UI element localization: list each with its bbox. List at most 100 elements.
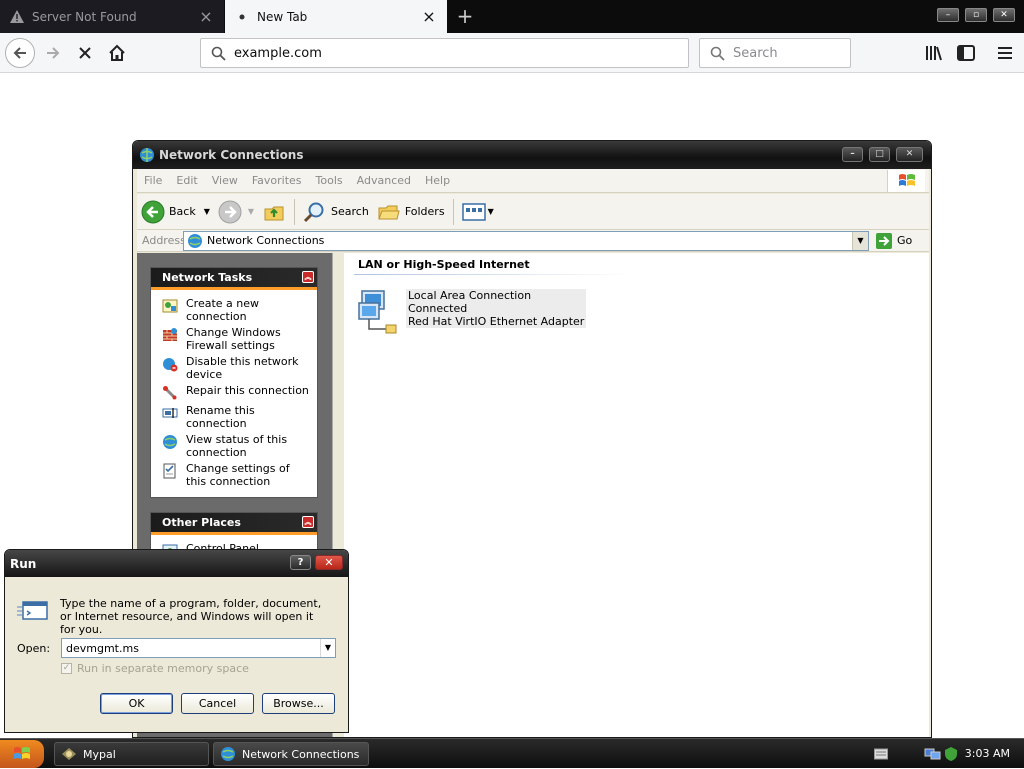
views-button[interactable]: ▼ [458,197,498,227]
maximize-button[interactable]: □ [869,147,890,162]
cancel-button[interactable]: Cancel [181,693,254,714]
search-button[interactable]: Search [299,197,373,227]
forward-arrow-icon [218,200,242,223]
address-dropdown-icon[interactable]: ▼ [852,231,868,250]
collapse-icon[interactable]: ︽ [302,271,314,283]
restore-button[interactable]: ▫ [965,8,987,22]
menu-view[interactable]: View [205,174,245,187]
open-combobox[interactable]: ▼ [61,638,336,658]
task-create-connection[interactable]: Create a new connection [162,297,313,323]
dropdown-arrow-icon[interactable]: ▼ [248,207,254,216]
forward-button[interactable] [38,38,68,68]
warning-icon [10,10,24,24]
network-tasks-header[interactable]: Network Tasks ︽ [151,268,317,290]
taskbar-button-network-connections[interactable]: Network Connections [213,742,369,766]
url-bar[interactable]: example.com [200,38,689,68]
menu-file[interactable]: File [137,174,169,187]
local-area-connection-item[interactable]: Local Area Connection Connected Red Hat … [358,289,587,335]
properties-checklist-icon [163,463,176,479]
connection-adapter: Red Hat VirtIO Ethernet Adapter [408,315,585,328]
repair-wrench-icon [163,386,177,400]
new-connection-icon [162,299,178,313]
task-rename-connection[interactable]: Rename this connection [162,404,313,430]
task-disable-device[interactable]: Disable this network device [162,355,313,381]
search-label: Search [331,205,369,218]
forward-button[interactable]: ▼ [214,197,258,227]
menu-favorites[interactable]: Favorites [245,174,309,187]
menu-tools[interactable]: Tools [309,174,350,187]
keyboard-icon[interactable] [874,748,888,760]
loading-dot-icon [235,10,249,24]
close-button[interactable]: ✕ [315,555,343,570]
back-arrow-icon [141,200,165,223]
close-button[interactable]: ✕ [993,8,1015,22]
go-label: Go [897,234,913,247]
open-dropdown-icon[interactable]: ▼ [320,639,335,657]
go-button[interactable]: Go [875,232,912,250]
ok-button[interactable]: OK [100,693,173,714]
home-button[interactable] [102,38,132,68]
sidebar-toggle-button[interactable] [951,38,981,68]
address-value: Network Connections [207,234,325,247]
window-title-bar[interactable]: Network Connections – □ ✕ [133,141,931,169]
tab-close-icon[interactable]: × [421,8,437,25]
start-button[interactable] [0,740,44,768]
help-button[interactable]: ? [290,555,311,570]
other-places-header[interactable]: Other Places ︽ [151,513,317,535]
security-shield-icon[interactable] [944,746,958,762]
task-repair-connection[interactable]: Repair this connection [162,384,313,401]
back-button[interactable]: Back ▼ [137,197,214,227]
browser-nav-bar: example.com Search [0,33,1024,73]
task-label: Change settings of this connection [186,462,290,488]
task-change-settings[interactable]: Change settings of this connection [162,462,313,488]
stop-button[interactable] [70,38,100,68]
menu-bar: File Edit View Favorites Tools Advanced … [137,169,929,193]
menu-edit[interactable]: Edit [169,174,204,187]
collapse-icon[interactable]: ︽ [302,516,314,528]
menu-button[interactable] [990,38,1020,68]
task-label: Repair this connection [186,384,309,397]
system-tray: 3:03 AM [862,739,1024,769]
up-folder-icon [264,206,284,220]
task-view-status[interactable]: View status of this connection [162,433,313,459]
close-button[interactable]: ✕ [896,147,923,162]
back-arrow-icon [13,47,26,59]
menu-help[interactable]: Help [418,174,457,187]
minimize-button[interactable]: – [937,8,959,22]
clock[interactable]: 3:03 AM [965,747,1010,760]
mypal-browser-icon [62,748,76,760]
dropdown-arrow-icon[interactable]: ▼ [488,207,494,216]
up-folder-button[interactable] [258,197,290,227]
separate-memory-label: Run in separate memory space [77,662,249,675]
network-status-icon[interactable] [924,746,942,762]
task-firewall-settings[interactable]: Change Windows Firewall settings [162,326,313,352]
group-divider [354,274,634,275]
toolbar-separator [452,198,454,225]
open-input[interactable] [62,639,320,657]
run-title-bar[interactable]: Run ? ✕ [5,550,348,577]
network-globe-icon [221,747,235,761]
magnifier-icon [303,202,324,222]
menu-advanced[interactable]: Advanced [350,174,418,187]
browse-button[interactable]: Browse... [262,693,335,714]
tab-title: Server Not Found [32,9,137,24]
search-placeholder: Search [733,45,778,61]
tab-close-icon[interactable]: × [198,8,214,25]
search-bar[interactable]: Search [699,38,851,68]
network-computers-icon [358,290,397,334]
tab-server-not-found[interactable]: Server Not Found × [0,0,224,33]
tab-new-tab[interactable]: New Tab × [225,0,447,33]
taskbar-button-mypal[interactable]: Mypal [54,742,209,766]
folders-button[interactable]: Folders [373,197,449,227]
tab-title: New Tab [257,9,308,24]
address-field[interactable]: Network Connections ▼ [183,230,869,251]
task-label: Create a new connection [186,297,260,323]
task-label: Rename this connection [186,404,255,430]
dropdown-arrow-icon[interactable]: ▼ [204,207,210,216]
back-button[interactable] [5,38,35,68]
task-label: Disable this network device [186,355,299,381]
network-globe-icon [188,233,202,248]
library-button[interactable] [919,38,949,68]
minimize-button[interactable]: – [842,147,863,162]
new-tab-plus-icon[interactable]: + [455,6,475,26]
